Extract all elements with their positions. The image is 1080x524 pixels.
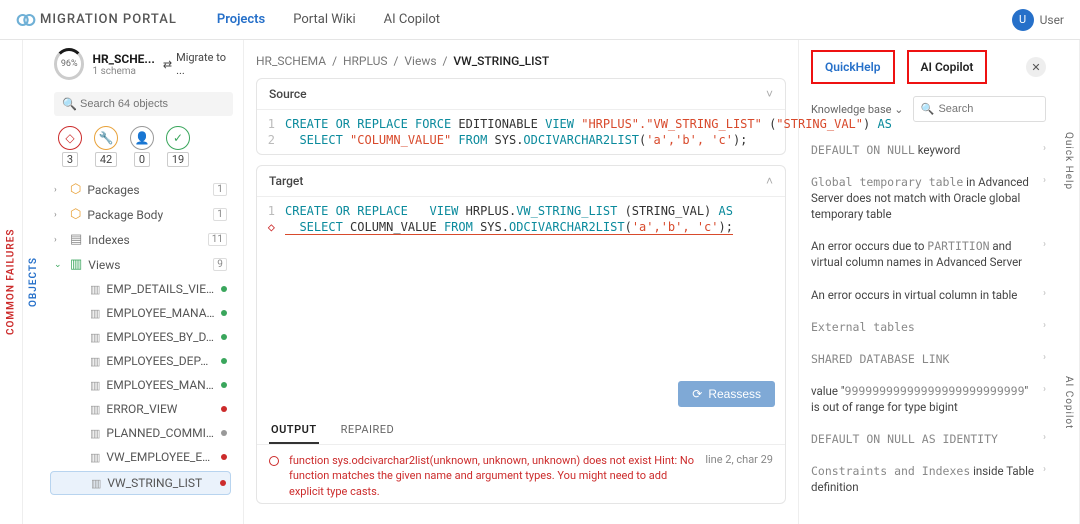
- chevron-down-icon: ⌄: [894, 103, 903, 116]
- search-input[interactable]: [54, 92, 233, 116]
- sidebar: 96% HR_SCHE... 1 schema ⇄ Migrate to ...…: [44, 40, 244, 524]
- quickhelp-button[interactable]: QuickHelp: [811, 50, 895, 84]
- close-icon[interactable]: ✕: [1026, 57, 1046, 77]
- chevron-right-icon: ›: [1043, 351, 1046, 367]
- tab-repaired[interactable]: REPAIRED: [339, 417, 397, 444]
- tree-view-item[interactable]: ▥EMPLOYEES_BY_D...: [44, 325, 237, 349]
- tree-group-views[interactable]: ⌄▥Views9: [44, 252, 237, 277]
- tree-group-packages[interactable]: ›⬡Packages1: [44, 177, 237, 202]
- chevron-right-icon: ›: [1043, 287, 1046, 303]
- tree-view-item[interactable]: ▥ERROR_VIEW: [44, 397, 237, 421]
- chevron-right-icon: ›: [1043, 174, 1046, 222]
- help-panel: QuickHelp AI Copilot ✕ Knowledge base ⌄ …: [798, 40, 1058, 524]
- reassess-button[interactable]: ⟳Reassess: [678, 381, 775, 407]
- error-icon: [269, 456, 279, 466]
- status-ok-count: 19: [167, 152, 189, 167]
- schema-name: HR_SCHE...: [92, 52, 154, 66]
- source-title: Source: [269, 87, 307, 101]
- brand-text: MIGRATION PORTAL: [40, 12, 177, 27]
- status-pending-icon[interactable]: 👤: [130, 126, 154, 150]
- search-icon: 🔍: [62, 97, 77, 111]
- vtab-objects[interactable]: OBJECTS: [22, 40, 44, 524]
- target-pane: Target ˄ 1CREATE OR REPLACE VIEW HRPLUS.V…: [256, 165, 786, 504]
- source-pane: Source ˅ 1CREATE OR REPLACE FORCE EDITION…: [256, 78, 786, 155]
- aicopilot-button[interactable]: AI Copilot: [907, 50, 988, 84]
- kb-item[interactable]: Global temporary table in Advanced Serve…: [811, 166, 1046, 230]
- vtab-aicopilot[interactable]: AI Copilot: [1058, 282, 1080, 524]
- chevron-down-icon[interactable]: ˅: [766, 87, 773, 101]
- chevron-right-icon: ›: [1043, 383, 1046, 415]
- error-message: function sys.odcivarchar2list(unknown, u…: [289, 453, 695, 499]
- source-code[interactable]: 1CREATE OR REPLACE FORCE EDITIONABLE VIE…: [257, 110, 785, 154]
- error-gutter-icon: ◇: [267, 220, 285, 235]
- kb-dropdown[interactable]: Knowledge base ⌄: [811, 103, 903, 116]
- migrate-icon: ⇄: [163, 58, 172, 71]
- error-location: line 2, char 29: [705, 453, 773, 466]
- kb-item[interactable]: Constraints and Indexes inside Table def…: [811, 455, 1046, 503]
- schema-sub: 1 schema: [92, 66, 154, 77]
- status-warn-count: 42: [95, 152, 117, 167]
- tree-group-indexes[interactable]: ›▤Indexes11: [44, 227, 237, 252]
- target-title: Target: [269, 174, 303, 188]
- vtab-failures[interactable]: COMMON FAILURES: [0, 40, 22, 524]
- nav-copilot[interactable]: AI Copilot: [384, 12, 440, 27]
- chevron-right-icon: ›: [1043, 319, 1046, 335]
- user-name: User: [1040, 13, 1064, 27]
- kb-item[interactable]: An error occurs due to PARTITION and vir…: [811, 230, 1046, 278]
- tree-view-item[interactable]: ▥EMPLOYEE_MANA...: [44, 301, 237, 325]
- vtab-quickhelp[interactable]: Quick Help: [1058, 40, 1080, 282]
- user-menu[interactable]: U User: [1012, 9, 1064, 31]
- nav-wiki[interactable]: Portal Wiki: [293, 12, 355, 27]
- tab-output[interactable]: OUTPUT: [269, 417, 319, 444]
- refresh-icon: ⟳: [692, 387, 702, 401]
- tree-group-packagebody[interactable]: ›⬡Package Body1: [44, 202, 237, 227]
- breadcrumb: HR_SCHEMA / HRPLUS / Views / VW_STRING_L…: [256, 50, 786, 78]
- search-icon: 🔍: [920, 103, 934, 116]
- tree-view-item[interactable]: ▥PLANNED_COMMI...: [44, 421, 237, 445]
- status-error-icon[interactable]: ◇: [58, 126, 82, 150]
- user-avatar: U: [1012, 9, 1034, 31]
- kb-item[interactable]: SHARED DATABASE LINK›: [811, 343, 1046, 375]
- chevron-up-icon[interactable]: ˄: [766, 174, 773, 188]
- status-ok-icon[interactable]: ✓: [166, 126, 190, 150]
- progress-ring: 96%: [54, 48, 84, 80]
- status-pending-count: 0: [134, 152, 150, 167]
- tree-view-item[interactable]: ▥VW_EMPLOYEE_EX...: [44, 445, 237, 469]
- chevron-right-icon: ›: [1043, 142, 1046, 158]
- migrate-button[interactable]: ⇄ Migrate to ...: [163, 51, 233, 77]
- kb-list: DEFAULT ON NULL keyword›Global temporary…: [811, 134, 1046, 514]
- status-warn-icon[interactable]: 🔧: [94, 126, 118, 150]
- chevron-right-icon: ›: [1043, 463, 1046, 495]
- target-code[interactable]: 1CREATE OR REPLACE VIEW HRPLUS.VW_STRING…: [257, 197, 785, 242]
- kb-item[interactable]: value "99999999999999999999999999" is ou…: [811, 375, 1046, 423]
- chevron-right-icon: ›: [1043, 238, 1046, 270]
- kb-item[interactable]: External tables›: [811, 311, 1046, 343]
- tree-view-item[interactable]: ▥EMPLOYEES_MAN...: [44, 373, 237, 397]
- status-error-count: 3: [62, 152, 78, 167]
- logo[interactable]: MIGRATION PORTAL: [16, 10, 177, 30]
- chevron-right-icon: ›: [1043, 431, 1046, 447]
- tree-view-item[interactable]: ▥EMP_DETAILS_VIEW: [44, 277, 237, 301]
- kb-item[interactable]: An error occurs in virtual column in tab…: [811, 279, 1046, 311]
- logo-icon: [16, 10, 36, 30]
- object-tree: ›⬡Packages1 ›⬡Package Body1 ›▤Indexes11 …: [44, 177, 243, 524]
- kb-item[interactable]: DEFAULT ON NULL AS IDENTITY›: [811, 423, 1046, 455]
- kb-item[interactable]: DEFAULT ON NULL keyword›: [811, 134, 1046, 166]
- tree-view-item[interactable]: ▥EMPLOYEES_DEPA...: [44, 349, 237, 373]
- nav-projects[interactable]: Projects: [217, 12, 265, 27]
- tree-view-item-selected[interactable]: ▥VW_STRING_LIST: [50, 471, 231, 495]
